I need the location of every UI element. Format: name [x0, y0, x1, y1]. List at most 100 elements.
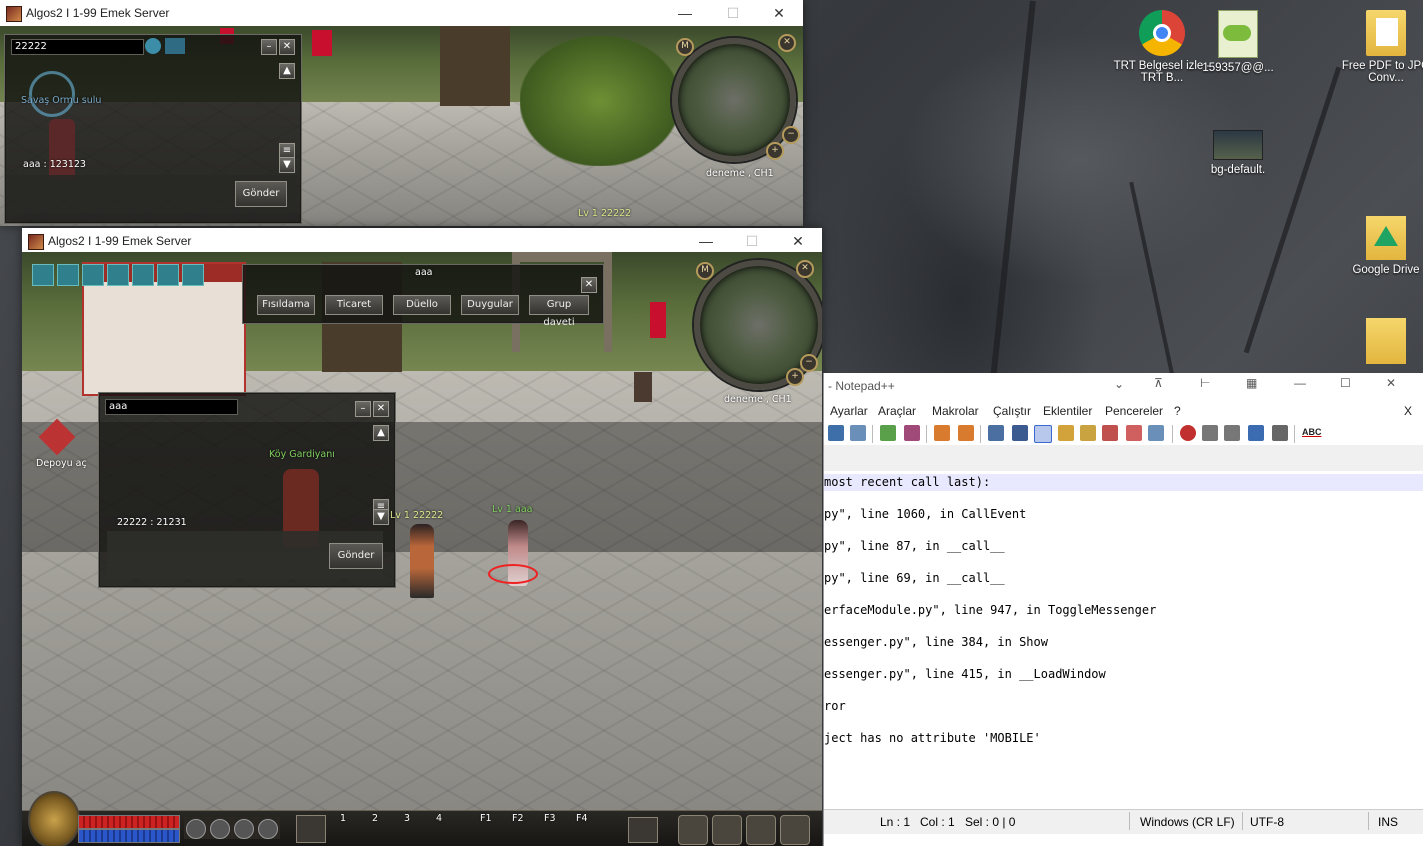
- character-portrait-icon[interactable]: [28, 791, 80, 846]
- zoom-out-icon[interactable]: [904, 425, 920, 441]
- send-button[interactable]: Gönder: [235, 181, 287, 207]
- menu-run[interactable]: Çalıştır: [993, 404, 1031, 418]
- desktop-icon-google-drive[interactable]: Google Drive: [1336, 216, 1423, 276]
- desktop-icon-159357[interactable]: 159357@@...: [1188, 10, 1288, 74]
- close-button[interactable]: ✕: [1386, 376, 1396, 390]
- word-wrap-icon[interactable]: [988, 425, 1004, 441]
- storage-npc-label[interactable]: Depoyu aç: [36, 458, 87, 469]
- game-window-2-titlebar[interactable]: Algos2 I 1-99 Emek Server — ☐ ✕: [22, 228, 822, 254]
- messenger-icon[interactable]: [746, 815, 776, 845]
- npc-character[interactable]: [634, 372, 652, 402]
- save-macro-icon[interactable]: [1272, 425, 1288, 441]
- find-icon[interactable]: [850, 425, 866, 441]
- quickslot-f4[interactable]: F4: [576, 813, 588, 824]
- menu-tools[interactable]: Araçlar: [878, 404, 916, 418]
- game-window-1-titlebar[interactable]: Algos2 I 1-99 Emek Server — ☐ ✕: [0, 0, 803, 26]
- quickslot-1[interactable]: 1: [340, 813, 346, 824]
- system-menu-icon[interactable]: [780, 815, 810, 845]
- sword-attack-icon[interactable]: [296, 815, 326, 843]
- player-character[interactable]: [410, 524, 434, 598]
- skill-icon[interactable]: [132, 264, 154, 286]
- collapse-icon[interactable]: ⊼: [1154, 376, 1163, 390]
- minimap-m-button[interactable]: M: [676, 38, 694, 56]
- desktop-icon-free-pdf[interactable]: Free PDF to JPG Conv...: [1336, 10, 1423, 84]
- chat-input[interactable]: aaa: [105, 399, 238, 415]
- scroll-up-button[interactable]: ▲: [373, 425, 389, 441]
- sync-vertical-icon[interactable]: [934, 425, 950, 441]
- tab-bar[interactable]: [824, 445, 1423, 472]
- skill-icon[interactable]: [57, 264, 79, 286]
- send-button[interactable]: Gönder: [329, 543, 383, 569]
- monitoring-icon[interactable]: [1148, 425, 1164, 441]
- menu-settings[interactable]: Ayarlar: [830, 404, 868, 418]
- minimize-panel-button[interactable]: –: [355, 401, 371, 417]
- close-button[interactable]: ✕: [776, 230, 820, 252]
- desktop-icon-bg-default[interactable]: bg-default.: [1188, 130, 1288, 176]
- pin-icon[interactable]: ⊢: [1200, 376, 1210, 390]
- notepadpp-titlebar[interactable]: - Notepad++ ⌄ ⊼ ⊢ ▦ — ☐ ✕: [824, 373, 1423, 399]
- status-eol[interactable]: Windows (CR LF): [1140, 815, 1235, 829]
- close-panel-button[interactable]: ✕: [581, 277, 597, 293]
- skill-icon[interactable]: [182, 264, 204, 286]
- skill-icon[interactable]: [32, 264, 54, 286]
- stop-macro-icon[interactable]: [1202, 425, 1218, 441]
- game-viewport-2[interactable]: aaa ✕ Fısıldama Ticaret Düello Duygular …: [22, 252, 822, 846]
- spell-check-icon[interactable]: ABC: [1302, 427, 1322, 437]
- quickslot-f2[interactable]: F2: [512, 813, 524, 824]
- minimap-close-button[interactable]: ✕: [778, 34, 796, 52]
- duel-button[interactable]: Düello: [393, 295, 451, 315]
- game-viewport-1[interactable]: 22222 – ✕ ▲ ≡ ▼ Savaş Ormu sulu aaa : 12…: [0, 26, 803, 226]
- emoticon-icon[interactable]: [145, 38, 161, 54]
- whisper-button[interactable]: Fısıldama: [257, 295, 315, 315]
- quickslot-3[interactable]: 3: [404, 813, 410, 824]
- toolbar-icon[interactable]: [165, 38, 185, 54]
- zoom-out-button[interactable]: −: [800, 354, 818, 372]
- zoom-out-button[interactable]: −: [782, 126, 800, 144]
- quickslot-2[interactable]: 2: [372, 813, 378, 824]
- print-icon[interactable]: [828, 425, 844, 441]
- scroll-down-button[interactable]: ▼: [373, 509, 389, 525]
- sync-horizontal-icon[interactable]: [958, 425, 974, 441]
- close-button[interactable]: ✕: [757, 2, 801, 24]
- status-encoding[interactable]: UTF-8: [1250, 815, 1284, 829]
- skill-icon[interactable]: [157, 264, 179, 286]
- menu-macros[interactable]: Makrolar: [932, 404, 979, 418]
- udl-icon[interactable]: [1058, 425, 1074, 441]
- minimize-button[interactable]: —: [1294, 376, 1306, 390]
- folder-workspace-icon[interactable]: [1126, 425, 1142, 441]
- play-macro-icon[interactable]: [1224, 425, 1240, 441]
- close-panel-button[interactable]: ✕: [279, 39, 295, 55]
- zoom-in-button[interactable]: +: [766, 142, 784, 160]
- chat-input[interactable]: 22222: [11, 39, 144, 55]
- minimize-panel-button[interactable]: –: [261, 39, 277, 55]
- minimap[interactable]: [694, 260, 822, 390]
- grid-icon[interactable]: ▦: [1246, 376, 1257, 390]
- minimize-button[interactable]: —: [684, 230, 728, 252]
- quickslot-f3[interactable]: F3: [544, 813, 556, 824]
- character-menu-icon[interactable]: [678, 815, 708, 845]
- indent-guide-icon[interactable]: [1034, 425, 1052, 443]
- skill-icon[interactable]: [82, 264, 104, 286]
- quickslot-4[interactable]: 4: [436, 813, 442, 824]
- show-all-chars-icon[interactable]: [1012, 425, 1028, 441]
- editor-text-area[interactable]: most recent call last): py", line 1060, …: [824, 471, 1423, 807]
- zoom-in-button[interactable]: +: [786, 368, 804, 386]
- maximize-button[interactable]: ☐: [730, 230, 774, 252]
- maximize-button[interactable]: ☐: [1340, 376, 1351, 390]
- minimap-close-button[interactable]: ✕: [796, 260, 814, 278]
- trade-button[interactable]: Ticaret: [325, 295, 383, 315]
- close-document-button[interactable]: X: [1404, 404, 1412, 418]
- scroll-down-button[interactable]: ▼: [279, 157, 295, 173]
- menu-help[interactable]: ?: [1174, 404, 1181, 418]
- maximize-button[interactable]: ☐: [711, 2, 755, 24]
- dropdown-icon[interactable]: ⌄: [1114, 377, 1124, 391]
- menu-windows[interactable]: Pencereler: [1105, 404, 1163, 418]
- skill-icon[interactable]: [107, 264, 129, 286]
- function-list-icon[interactable]: [1102, 425, 1118, 441]
- zoom-in-icon[interactable]: [880, 425, 896, 441]
- inventory-icon[interactable]: [712, 815, 742, 845]
- emotes-button[interactable]: Duygular: [461, 295, 519, 315]
- close-panel-button[interactable]: ✕: [373, 401, 389, 417]
- party-invite-button[interactable]: Grup daveti: [529, 295, 589, 328]
- minimize-button[interactable]: —: [663, 2, 707, 24]
